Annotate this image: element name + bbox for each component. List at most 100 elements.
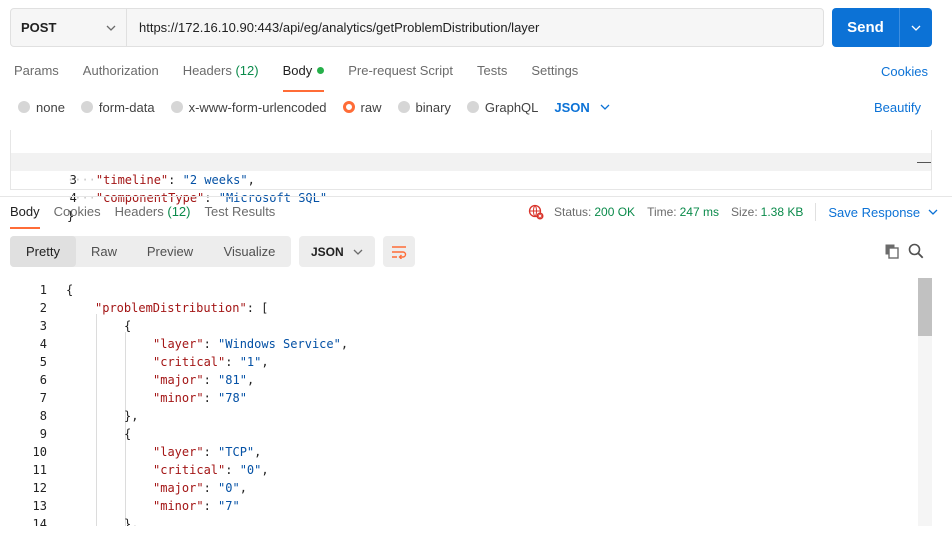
method-select[interactable]: POST: [11, 9, 127, 46]
status-divider: [815, 203, 817, 221]
json-key: "minor": [153, 391, 204, 405]
mode-label: raw: [360, 99, 382, 115]
send-button[interactable]: Send: [832, 8, 932, 47]
tab-test-results[interactable]: Test Results: [205, 203, 276, 229]
mode-binary[interactable]: binary: [397, 100, 451, 115]
json-value: "TCP": [218, 445, 255, 459]
radio-button[interactable]: [170, 101, 183, 113]
tab-headers[interactable]: Headers (12): [183, 62, 259, 90]
line-number: 5: [39, 355, 47, 369]
tab-pretty[interactable]: Pretty: [10, 236, 76, 267]
code-line: 8},: [10, 407, 932, 425]
body-language-select[interactable]: JSON: [554, 100, 610, 115]
tab-visualize[interactable]: Visualize: [208, 236, 291, 267]
code-line: 2 "problemDistribution": [: [10, 299, 932, 317]
mode-x-www-form-urlencoded[interactable]: x-www-form-urlencoded: [170, 99, 327, 115]
code-line: 12 "major": "0",: [10, 479, 932, 497]
body-mode-group: none form-data x-www-form-urlencoded raw…: [18, 98, 626, 116]
mode-raw[interactable]: raw: [342, 99, 382, 115]
mode-none[interactable]: none: [18, 100, 65, 115]
radio-button[interactable]: [466, 101, 479, 113]
code-line: 5 "critical": "1",: [10, 353, 932, 371]
status-value[interactable]: 200 OK: [594, 205, 635, 219]
mode-graphql[interactable]: GraphQL: [466, 99, 539, 115]
code-line: 1{: [10, 281, 932, 299]
status-label: Status:: [554, 205, 592, 219]
code-line: 4 }: [11, 171, 931, 223]
tab-response-headers[interactable]: Headers (12): [115, 203, 191, 229]
panel-divider[interactable]: [0, 196, 952, 197]
code-line: 10 "layer": "TCP",: [10, 443, 932, 461]
chevron-down-icon: [106, 25, 116, 31]
json-key: "critical": [153, 355, 226, 369]
json-value: "78": [218, 391, 247, 405]
tab-params[interactable]: Params: [14, 62, 59, 90]
line-number: 4: [39, 337, 47, 351]
json-punct: {: [124, 427, 132, 441]
tab-preview[interactable]: Preview: [132, 236, 208, 267]
json-colon: :: [203, 373, 219, 387]
tab-label: Preview: [146, 244, 194, 259]
size-label: Size:: [730, 205, 758, 219]
cookies-link[interactable]: Cookies: [881, 64, 928, 79]
json-value: "81": [218, 373, 247, 387]
scrollbar-thumb[interactable]: [918, 278, 932, 336]
response-body-viewer[interactable]: 1{2 "problemDistribution": [3{4 "layer": "…: [10, 278, 932, 526]
size-value[interactable]: 1.38 KB: [761, 205, 804, 219]
tab-label: Raw: [90, 244, 117, 259]
code-line: 9{: [10, 425, 932, 443]
time-value[interactable]: 247 ms: [680, 205, 719, 219]
mode-label: form-data: [98, 99, 155, 115]
radio-button[interactable]: [18, 101, 30, 113]
tab-tests[interactable]: Tests: [477, 62, 507, 90]
view-mode-tabs: Pretty Raw Preview Visualize: [10, 236, 291, 267]
line-number: 12: [32, 481, 47, 495]
tab-pre-request-script[interactable]: Pre-request Script: [348, 62, 453, 90]
save-response-label: Save Response: [828, 204, 921, 220]
chevron-down-icon: [928, 209, 938, 215]
send-options-button[interactable]: [900, 25, 932, 31]
tab-label: Visualize: [223, 244, 276, 259]
tab-response-body[interactable]: Body: [10, 203, 40, 229]
mode-label: x-www-form-urlencoded: [188, 99, 327, 115]
json-colon: :: [225, 355, 240, 369]
chevron-down-icon: [911, 25, 921, 31]
response-format-select[interactable]: JSON: [299, 236, 375, 267]
tab-raw[interactable]: Raw: [76, 236, 132, 267]
tab-label: Authorization: [82, 63, 159, 78]
mode-form-data[interactable]: form-data: [80, 99, 155, 115]
radio-button[interactable]: [80, 101, 93, 113]
url-input[interactable]: https://172.16.10.90:443/api/eg/analytic…: [127, 20, 539, 35]
search-icon[interactable]: [908, 243, 924, 259]
headers-count: (12): [235, 63, 259, 78]
json-colon: :: [203, 391, 219, 405]
line-number: 11: [32, 463, 47, 477]
tab-response-cookies[interactable]: Cookies: [54, 203, 101, 229]
json-key: "minor": [153, 499, 204, 513]
line-number: 1: [39, 283, 47, 297]
tab-authorization[interactable]: Authorization: [83, 62, 159, 90]
line-number: 7: [39, 391, 47, 405]
wrap-lines-button[interactable]: [383, 236, 415, 267]
save-response-button[interactable]: Save Response: [828, 205, 938, 220]
send-label: Send: [847, 19, 884, 36]
json-colon: :: [203, 481, 219, 495]
tab-label: Headers: [182, 63, 232, 78]
tab-settings[interactable]: Settings: [531, 62, 578, 90]
tab-label: Body: [10, 204, 40, 219]
radio-button-selected[interactable]: [342, 101, 355, 113]
json-punct: ,: [261, 355, 269, 369]
line-number: 13: [32, 499, 47, 513]
radio-button[interactable]: [397, 101, 410, 113]
copy-icon[interactable]: [884, 243, 900, 259]
json-colon: :: [203, 445, 219, 459]
tab-body[interactable]: Body: [282, 62, 325, 92]
globe-error-icon[interactable]: [528, 204, 544, 220]
headers-count: (12): [167, 204, 191, 219]
beautify-link[interactable]: Beautify: [874, 100, 921, 115]
request-body-editor[interactable]: 2 ····"timeline": "2 weeks", 3 ····"comp…: [10, 130, 932, 223]
tab-label: Tests: [476, 63, 508, 78]
body-indicator-dot: [317, 67, 325, 74]
mode-label: GraphQL: [484, 99, 539, 115]
json-value: "0": [239, 463, 262, 477]
